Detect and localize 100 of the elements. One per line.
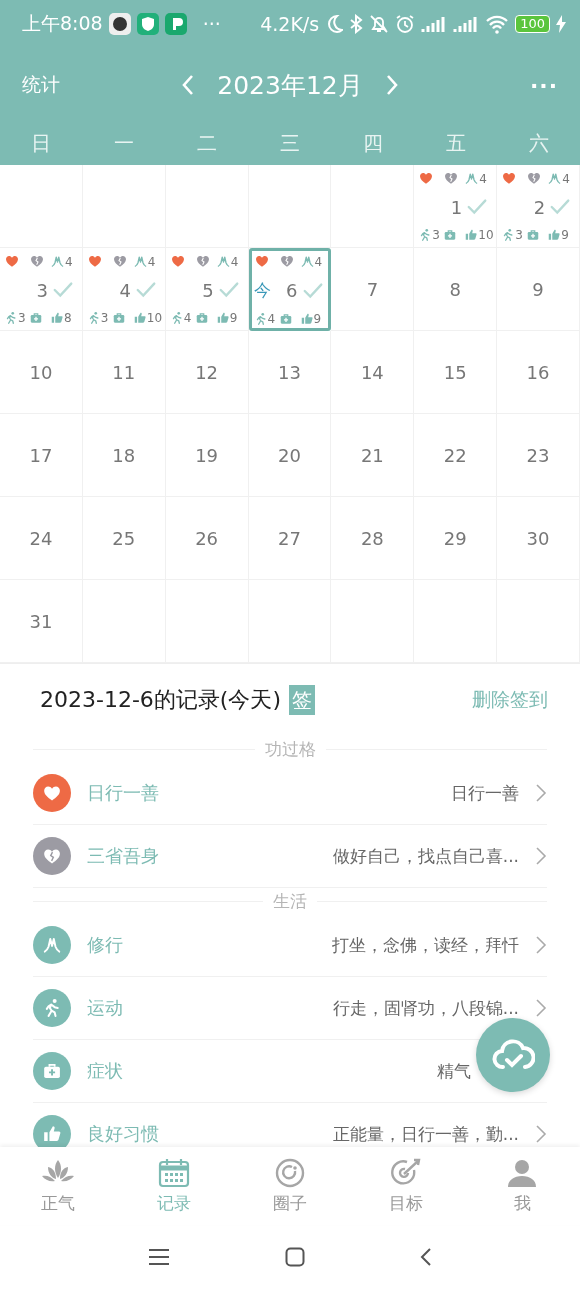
calendar-day[interactable]: 20 <box>248 414 332 497</box>
calendar-day[interactable]: 26 <box>165 497 249 580</box>
section-title: 功过格 <box>264 737 316 761</box>
app-icon <box>164 13 187 35</box>
day-number: 28 <box>360 527 384 549</box>
nav-tab[interactable]: 圈子 <box>232 1147 348 1225</box>
thumbs-up-icon <box>464 228 479 242</box>
calendar-day[interactable]: 17 <box>0 414 83 497</box>
calendar-day[interactable]: 15 <box>414 331 498 414</box>
calendar-day[interactable]: 18 <box>82 414 166 497</box>
day-number: 4 <box>119 279 132 301</box>
exercise-count: 3 <box>515 228 523 242</box>
charging-icon <box>556 15 566 33</box>
calendar-day[interactable]: 29 <box>414 497 498 580</box>
row-value: 打坐，念佛，读经，拜忏 <box>331 933 519 957</box>
thumbs-up-icon <box>547 228 562 242</box>
calendar-day[interactable]: 4 4 3 10 <box>82 248 166 331</box>
nav-tab[interactable]: 我 <box>464 1147 580 1225</box>
calendar-day[interactable]: 4 1 3 10 <box>414 165 498 248</box>
row-label[interactable]: 日行一善 <box>87 781 159 805</box>
chevron-right-icon[interactable] <box>535 846 547 866</box>
calendar-day[interactable]: 24 <box>0 497 83 580</box>
chevron-right-icon[interactable] <box>384 74 399 96</box>
bell-off-icon <box>369 14 390 34</box>
section-title: 生活 <box>273 889 307 913</box>
hands-icon <box>132 253 148 269</box>
calendar-day[interactable]: 12 <box>165 331 249 414</box>
practice-count: 4 <box>479 171 487 186</box>
day-number: 19 <box>195 444 219 466</box>
chevron-right-icon[interactable] <box>535 1124 547 1144</box>
calendar-day[interactable]: 11 <box>82 331 166 414</box>
nav-tab[interactable]: 目标 <box>348 1147 464 1225</box>
broken-heart-icon <box>29 253 45 269</box>
check-in-badge: 签 <box>289 685 316 715</box>
calendar-day[interactable]: 25 <box>82 497 166 580</box>
weekday-label: 三 <box>279 130 301 157</box>
ring-icon <box>275 1157 305 1188</box>
weekday-label: 一 <box>113 130 136 157</box>
nav-tab[interactable]: 记录 <box>116 1147 232 1225</box>
day-number: 31 <box>29 610 53 632</box>
calendar-day[interactable]: 21 <box>331 414 415 497</box>
wifi-icon <box>485 14 510 34</box>
alarm-icon <box>395 14 416 34</box>
heart-icon <box>86 253 103 269</box>
calendar-icon <box>158 1157 190 1188</box>
medical-kit-icon <box>278 312 293 326</box>
calendar-day[interactable]: 4 2 3 9 <box>497 165 580 248</box>
day-number: 27 <box>278 527 301 549</box>
chevron-right-icon[interactable] <box>535 783 547 803</box>
calendar-day[interactable]: 4 5 4 9 <box>165 248 249 331</box>
day-number: 25 <box>112 527 136 549</box>
moon-icon <box>325 14 344 34</box>
chevron-right-icon[interactable] <box>535 935 547 955</box>
cloud-sync-button[interactable] <box>476 1018 550 1092</box>
signal-icon <box>453 14 480 34</box>
day-number: 13 <box>278 361 301 383</box>
heart-icon <box>253 253 270 269</box>
weekday-label: 二 <box>196 130 219 157</box>
calendar-day[interactable]: 10 <box>0 331 83 414</box>
row-value: 日行一善 <box>450 781 519 805</box>
habit-count: 10 <box>478 228 494 242</box>
habit-count: 9 <box>229 311 238 325</box>
calendar-day[interactable]: 27 <box>248 497 332 580</box>
day-number: 5 <box>202 279 215 301</box>
calendar-day[interactable]: 9 <box>497 248 580 331</box>
calendar-day[interactable]: 7 <box>331 248 415 331</box>
calendar-day[interactable]: 19 <box>165 414 249 497</box>
chevron-right-icon[interactable] <box>535 998 547 1018</box>
calendar-day[interactable]: 31 <box>0 580 83 663</box>
day-number: 10 <box>29 361 53 383</box>
back-icon[interactable] <box>420 1247 432 1267</box>
nav-tab[interactable]: 正气 <box>0 1147 116 1225</box>
hands-icon <box>50 253 65 269</box>
calendar-day[interactable]: 22 <box>414 414 498 497</box>
weekday-label: 日 <box>30 130 53 157</box>
row-value: 精气 <box>436 1059 472 1083</box>
day-number: 6 <box>286 280 299 301</box>
home-icon[interactable] <box>285 1247 305 1267</box>
calendar-day[interactable]: 8 <box>414 248 498 331</box>
calendar-day[interactable]: 28 <box>331 497 415 580</box>
row-label[interactable]: 运动 <box>87 996 123 1020</box>
calendar-day[interactable]: 16 <box>497 331 580 414</box>
today-label: 今 <box>253 280 271 300</box>
day-number: 11 <box>112 361 136 383</box>
day-number: 1 <box>450 196 464 218</box>
calendar-day[interactable]: 4 3 3 8 <box>0 248 83 331</box>
calendar-day[interactable]: 13 <box>248 331 332 414</box>
exercise-count: 3 <box>432 228 440 242</box>
calendar-day[interactable]: 23 <box>497 414 580 497</box>
weekday-label: 六 <box>527 130 550 157</box>
row-label[interactable]: 修行 <box>87 933 123 957</box>
chevron-left-icon[interactable] <box>181 74 196 96</box>
habit-count: 8 <box>64 311 72 325</box>
calendar-day[interactable]: 14 <box>331 331 415 414</box>
menu-icon[interactable] <box>148 1248 170 1266</box>
thumbs-up-icon <box>132 311 147 325</box>
calendar-day[interactable]: 4 今 6 4 9 <box>248 248 332 331</box>
calendar-day[interactable]: 30 <box>497 497 580 580</box>
hands-icon <box>547 170 563 186</box>
heart-icon <box>169 253 186 269</box>
